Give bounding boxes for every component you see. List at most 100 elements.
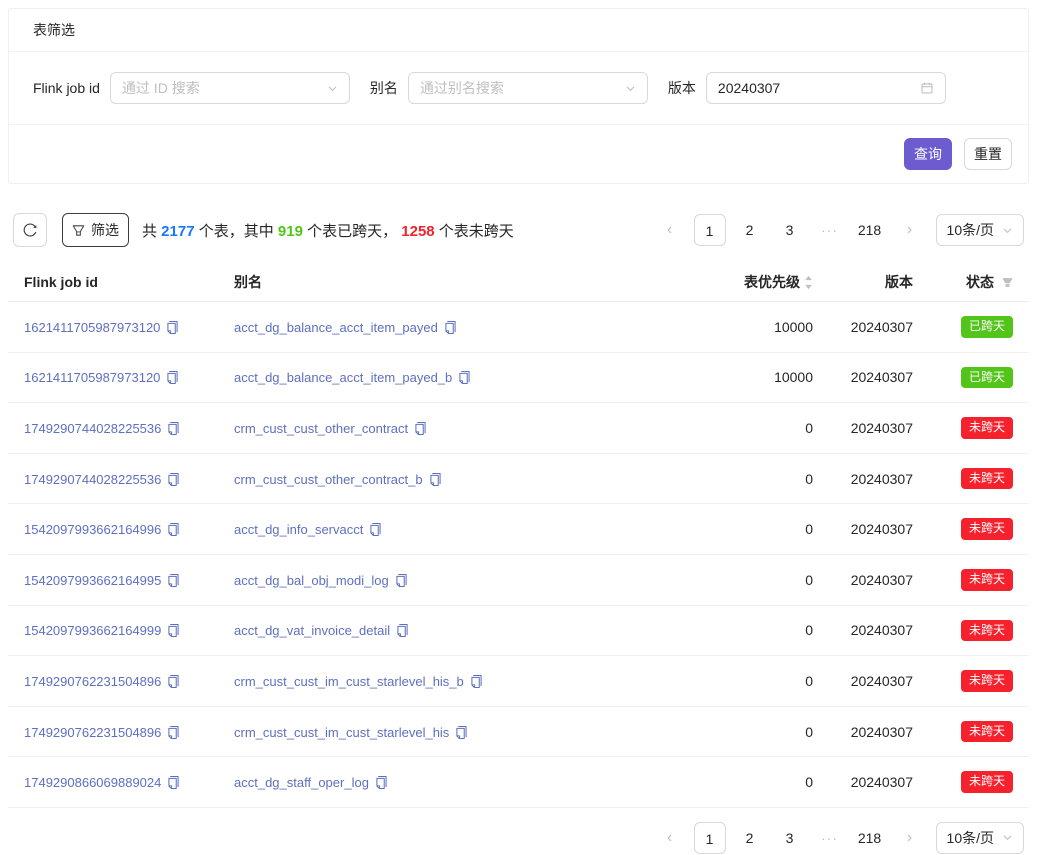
pagination-next[interactable]: › <box>894 822 926 854</box>
copy-icon[interactable] <box>470 675 483 688</box>
status-badge: 未跨天 <box>961 417 1013 439</box>
alias-link[interactable]: crm_cust_cust_im_cust_starlevel_his_b <box>234 674 464 689</box>
pagination-ellipsis[interactable]: ··· <box>814 214 846 246</box>
page-size-select[interactable]: 10条/页 <box>936 214 1024 246</box>
priority-cell: 0 <box>669 504 829 555</box>
copy-icon[interactable] <box>166 371 179 384</box>
version-cell: 20240307 <box>829 403 929 454</box>
flink-job-id-link[interactable]: 1749290762231504896 <box>24 725 161 740</box>
filter-toggle-button[interactable]: 筛选 <box>62 213 129 247</box>
pagination-page-2[interactable]: 2 <box>734 822 766 854</box>
chevron-down-icon <box>1002 832 1013 843</box>
pagination-page-3[interactable]: 3 <box>774 822 806 854</box>
filter-actions: 查询 重置 <box>9 124 1028 183</box>
column-header-priority[interactable]: 表优先级 <box>669 263 829 302</box>
table-row: 1749290744028225536 crm_cust_cust_other_… <box>8 403 1029 454</box>
reset-button[interactable]: 重置 <box>964 138 1012 170</box>
pagination-page-last[interactable]: 218 <box>854 822 886 854</box>
alias-filter: 别名 通过别名搜索 <box>370 72 648 104</box>
copy-icon[interactable] <box>167 726 180 739</box>
flink-job-id-link[interactable]: 1749290866069889024 <box>24 775 161 790</box>
alias-link[interactable]: acct_dg_staff_oper_log <box>234 775 369 790</box>
flink-job-id-link[interactable]: 1542097993662164995 <box>24 573 161 588</box>
copy-icon[interactable] <box>167 776 180 789</box>
flink-job-id-link[interactable]: 1749290762231504896 <box>24 674 161 689</box>
table-row: 1621411705987973120 acct_dg_balance_acct… <box>8 302 1029 353</box>
search-button[interactable]: 查询 <box>904 138 952 170</box>
pagination-page-1[interactable]: 1 <box>694 214 726 246</box>
copy-icon[interactable] <box>396 624 409 637</box>
summary-part: 共 <box>142 223 161 240</box>
uncrossed-count: 1258 <box>401 223 434 240</box>
priority-cell: 0 <box>669 605 829 656</box>
version-value: 20240307 <box>718 80 780 96</box>
priority-cell: 0 <box>669 554 829 605</box>
flink-job-id-link[interactable]: 1621411705987973120 <box>24 320 160 335</box>
column-header-status: 状态 <box>929 263 1029 302</box>
copy-icon[interactable] <box>369 523 382 536</box>
copy-icon[interactable] <box>167 473 180 486</box>
pagination-page-2[interactable]: 2 <box>734 214 766 246</box>
copy-icon[interactable] <box>455 726 468 739</box>
copy-icon[interactable] <box>167 675 180 688</box>
alias-link[interactable]: acct_dg_balance_acct_item_payed_b <box>234 370 452 385</box>
crossed-count: 919 <box>278 223 303 240</box>
column-header-flink-job-id: Flink job id <box>8 263 218 302</box>
priority-cell: 0 <box>669 757 829 808</box>
table-row: 1749290762231504896 crm_cust_cust_im_cus… <box>8 706 1029 757</box>
copy-icon[interactable] <box>458 371 471 384</box>
copy-icon[interactable] <box>167 574 180 587</box>
table-header-row: Flink job id 别名 表优先级 版本 状态 <box>8 263 1029 302</box>
alias-link[interactable]: crm_cust_cust_im_cust_starlevel_his <box>234 725 449 740</box>
page-size-select[interactable]: 10条/页 <box>936 822 1024 854</box>
alias-link[interactable]: acct_dg_balance_acct_item_payed <box>234 320 438 335</box>
flink-job-id-link[interactable]: 1749290744028225536 <box>24 472 161 487</box>
pagination-prev[interactable]: ‹ <box>654 214 686 246</box>
filter-icon[interactable] <box>1002 277 1013 288</box>
copy-icon[interactable] <box>444 321 457 334</box>
copy-icon[interactable] <box>395 574 408 587</box>
copy-icon[interactable] <box>429 473 442 486</box>
alias-link[interactable]: acct_dg_info_servacct <box>234 522 363 537</box>
flink-job-id-select[interactable]: 通过 ID 搜索 <box>110 72 350 104</box>
flink-job-id-link[interactable]: 1542097993662164996 <box>24 522 161 537</box>
copy-icon[interactable] <box>167 523 180 536</box>
data-table: Flink job id 别名 表优先级 版本 状态 1621411705987… <box>8 263 1029 808</box>
pagination-next[interactable]: › <box>894 214 926 246</box>
version-filter: 版本 20240307 <box>668 72 946 104</box>
version-cell: 20240307 <box>829 757 929 808</box>
alias-link[interactable]: acct_dg_vat_invoice_detail <box>234 623 390 638</box>
flink-job-id-link[interactable]: 1749290744028225536 <box>24 421 161 436</box>
flink-job-id-link[interactable]: 1621411705987973120 <box>24 370 160 385</box>
copy-icon[interactable] <box>166 321 179 334</box>
pagination-page-3[interactable]: 3 <box>774 214 806 246</box>
pagination-prev[interactable]: ‹ <box>654 822 686 854</box>
copy-icon[interactable] <box>414 422 427 435</box>
pagination-ellipsis[interactable]: ··· <box>814 822 846 854</box>
priority-cell: 0 <box>669 453 829 504</box>
sort-icon[interactable] <box>804 275 813 290</box>
filter-icon <box>72 224 85 237</box>
flink-job-id-placeholder: 通过 ID 搜索 <box>122 78 200 98</box>
copy-icon[interactable] <box>375 776 388 789</box>
pagination-page-last[interactable]: 218 <box>854 214 886 246</box>
flink-job-id-link[interactable]: 1542097993662164999 <box>24 623 161 638</box>
status-badge: 已跨天 <box>961 316 1013 338</box>
table-row: 1749290744028225536 crm_cust_cust_other_… <box>8 453 1029 504</box>
version-cell: 20240307 <box>829 453 929 504</box>
priority-cell: 10000 <box>669 352 829 403</box>
copy-icon[interactable] <box>167 422 180 435</box>
alias-link[interactable]: crm_cust_cust_other_contract_b <box>234 472 423 487</box>
table-body: 1621411705987973120 acct_dg_balance_acct… <box>8 302 1029 808</box>
copy-icon[interactable] <box>167 624 180 637</box>
pagination-page-1[interactable]: 1 <box>694 822 726 854</box>
alias-link[interactable]: crm_cust_cust_other_contract <box>234 421 408 436</box>
alias-select[interactable]: 通过别名搜索 <box>408 72 648 104</box>
table-row: 1749290866069889024 acct_dg_staff_oper_l… <box>8 757 1029 808</box>
refresh-button[interactable] <box>13 213 47 247</box>
version-cell: 20240307 <box>829 554 929 605</box>
summary-part: 个表未跨天 <box>435 223 514 240</box>
alias-link[interactable]: acct_dg_bal_obj_modi_log <box>234 573 389 588</box>
version-date-picker[interactable]: 20240307 <box>706 72 946 104</box>
alias-label: 别名 <box>370 78 398 98</box>
